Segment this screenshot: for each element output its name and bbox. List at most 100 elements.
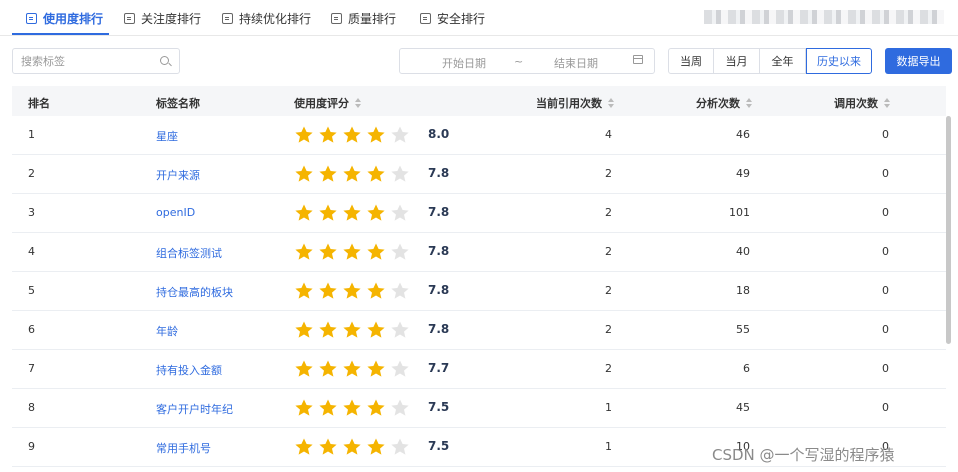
rank-cell: 1 [28, 128, 35, 141]
export-data-button[interactable]: 数据导出 [885, 48, 952, 74]
rank-cell: 8 [28, 401, 35, 414]
ref-count-cell: 1 [605, 401, 612, 414]
col-usage-score[interactable]: 使用度评分 [294, 95, 362, 111]
star-icon [319, 243, 337, 260]
analysis-count-cell: 18 [736, 284, 750, 297]
star-icon [391, 165, 409, 182]
ref-count-cell: 1 [605, 440, 612, 453]
star-rating [294, 281, 414, 301]
star-icon [295, 360, 313, 377]
analysis-count-cell: 46 [736, 128, 750, 141]
star-rating [294, 359, 414, 379]
star-rating [294, 320, 414, 340]
tag-name-link[interactable]: 客户开户时年纪 [156, 401, 233, 417]
sort-icon[interactable] [608, 98, 615, 108]
col-call-count[interactable]: 调用次数 [834, 95, 891, 111]
table-row[interactable]: 6 年龄 7.8 2 55 0 [12, 311, 946, 350]
table-header: 排名 标签名称 使用度评分 当前引用次数 分析次数 调用次数 [12, 86, 946, 116]
tab-quality-ranking[interactable]: 质量排行 [331, 0, 396, 36]
tab-label: 使用度排行 [43, 11, 104, 26]
usage-score: 7.8 [428, 166, 450, 180]
star-rating [294, 125, 414, 145]
star-icon [295, 243, 313, 260]
ref-count-cell: 2 [605, 362, 612, 375]
star-icon [343, 399, 361, 416]
rank-cell: 9 [28, 440, 35, 453]
star-icon [343, 126, 361, 143]
date-separator: ~ [514, 55, 524, 68]
star-icon [367, 126, 385, 143]
table-row[interactable]: 1 星座 8.0 4 46 0 [12, 116, 946, 155]
table-row[interactable]: 3 openID 7.8 2 101 0 [12, 194, 946, 233]
call-count-cell: 0 [882, 323, 889, 336]
col-current-refs[interactable]: 当前引用次数 [536, 95, 615, 111]
star-icon [295, 165, 313, 182]
tab-attention-ranking[interactable]: 关注度排行 [124, 0, 201, 36]
start-date-input[interactable]: 开始日期 [442, 55, 486, 71]
tag-name-link[interactable]: openID [156, 206, 195, 219]
tag-name-link[interactable]: 持有投入金额 [156, 362, 222, 378]
period-week-button[interactable]: 当周 [668, 48, 714, 74]
star-rating [294, 437, 414, 457]
active-tab-indicator [12, 33, 109, 35]
end-date-input[interactable]: 结束日期 [554, 55, 598, 71]
star-icon [319, 282, 337, 299]
rank-cell: 5 [28, 284, 35, 297]
tab-label: 质量排行 [348, 11, 397, 26]
analysis-count-cell: 101 [729, 206, 750, 219]
usage-score: 7.5 [428, 400, 450, 414]
tab-optimization-ranking[interactable]: 持续优化排行 [222, 0, 311, 36]
scrollbar[interactable] [946, 116, 951, 344]
search-box[interactable] [12, 48, 180, 74]
col-analysis-count[interactable]: 分析次数 [696, 95, 753, 111]
period-year-button[interactable]: 全年 [759, 48, 806, 74]
analysis-count-cell: 45 [736, 401, 750, 414]
star-icon [391, 360, 409, 377]
star-icon [367, 243, 385, 260]
star-icon [367, 282, 385, 299]
sort-icon[interactable] [746, 98, 753, 108]
search-icon[interactable] [160, 56, 169, 65]
date-range-picker[interactable]: 开始日期 ~ 结束日期 [399, 48, 655, 74]
star-icon [343, 204, 361, 221]
table-row[interactable]: 7 持有投入金额 7.7 2 6 0 [12, 350, 946, 389]
ref-count-cell: 2 [605, 284, 612, 297]
usage-score: 8.0 [428, 127, 450, 141]
star-rating [294, 242, 414, 262]
table-row[interactable]: 4 组合标签测试 7.8 2 40 0 [12, 233, 946, 272]
star-icon [391, 282, 409, 299]
star-icon [343, 438, 361, 455]
tag-name-link[interactable]: 常用手机号 [156, 440, 211, 456]
star-icon [391, 399, 409, 416]
table-row[interactable]: 8 客户开户时年纪 7.5 1 45 0 [12, 389, 946, 428]
sort-icon[interactable] [355, 98, 362, 108]
period-month-button[interactable]: 当月 [713, 48, 760, 74]
calendar-icon [633, 55, 643, 64]
tab-security-ranking[interactable]: 安全排行 [420, 0, 485, 36]
tag-name-link[interactable]: 星座 [156, 128, 178, 144]
tag-name-link[interactable]: 年龄 [156, 323, 178, 339]
tab-label: 安全排行 [437, 11, 486, 26]
search-input[interactable] [21, 54, 151, 68]
star-rating [294, 203, 414, 223]
period-all-time-button[interactable]: 历史以来 [806, 48, 872, 74]
star-icon [319, 360, 337, 377]
star-icon [391, 243, 409, 260]
table-row[interactable]: 2 开户来源 7.8 2 49 0 [12, 155, 946, 194]
star-icon [295, 438, 313, 455]
star-icon [367, 321, 385, 338]
star-icon [391, 126, 409, 143]
star-rating [294, 164, 414, 184]
star-icon [367, 399, 385, 416]
star-icon [367, 360, 385, 377]
star-icon [343, 282, 361, 299]
sort-icon[interactable] [884, 98, 891, 108]
document-icon [26, 12, 37, 24]
tag-name-link[interactable]: 持仓最高的板块 [156, 284, 233, 300]
table-row[interactable]: 5 持仓最高的板块 7.8 2 18 0 [12, 272, 946, 311]
tag-name-link[interactable]: 组合标签测试 [156, 245, 222, 261]
tag-name-link[interactable]: 开户来源 [156, 167, 200, 183]
tab-usage-ranking[interactable]: 使用度排行 [26, 0, 103, 36]
usage-score: 7.7 [428, 361, 450, 375]
star-icon [343, 165, 361, 182]
